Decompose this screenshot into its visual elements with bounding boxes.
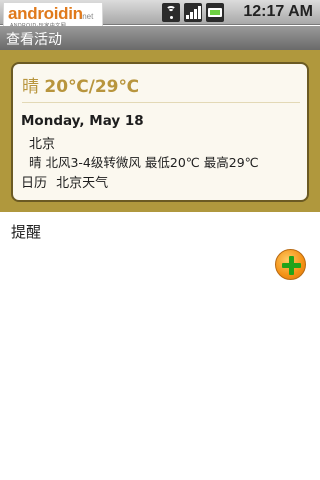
logo-suffix: .net [80, 12, 94, 21]
status-bar: androidin .net ANDROID·玩家中文网 12:17 AM [0, 0, 320, 30]
wifi-icon [162, 3, 180, 22]
page-title: 查看活动 [6, 32, 62, 48]
temperature: 20℃/29℃ [44, 77, 140, 97]
logo-main: androidin [8, 4, 83, 23]
weather-detail: 晴 北风3-4级转微风 最低20℃ 最高29℃ [29, 155, 259, 170]
status-time: 12:17 AM [243, 3, 313, 20]
event-card[interactable]: 晴 20℃/29℃ Monday, May 18 北京 晴 北风3-4级转微风 … [11, 62, 309, 202]
weather-headline: 晴 20℃/29℃ [22, 72, 139, 97]
add-reminder-button[interactable] [275, 249, 306, 280]
signal-icon [184, 3, 202, 22]
weather-link[interactable]: 北京天气 [56, 176, 108, 191]
event-links: 日历 北京天气 [21, 172, 108, 191]
card-divider [22, 102, 300, 103]
battery-icon [206, 3, 224, 22]
calendar-link[interactable]: 日历 [21, 176, 47, 191]
status-icons [162, 3, 224, 22]
event-date: Monday, May 18 [21, 113, 144, 129]
event-city: 北京 [29, 137, 56, 152]
title-bar: 查看活动 [0, 26, 320, 50]
reminder-label: 提醒 [11, 223, 42, 241]
weather-condition: 晴 [22, 77, 45, 97]
